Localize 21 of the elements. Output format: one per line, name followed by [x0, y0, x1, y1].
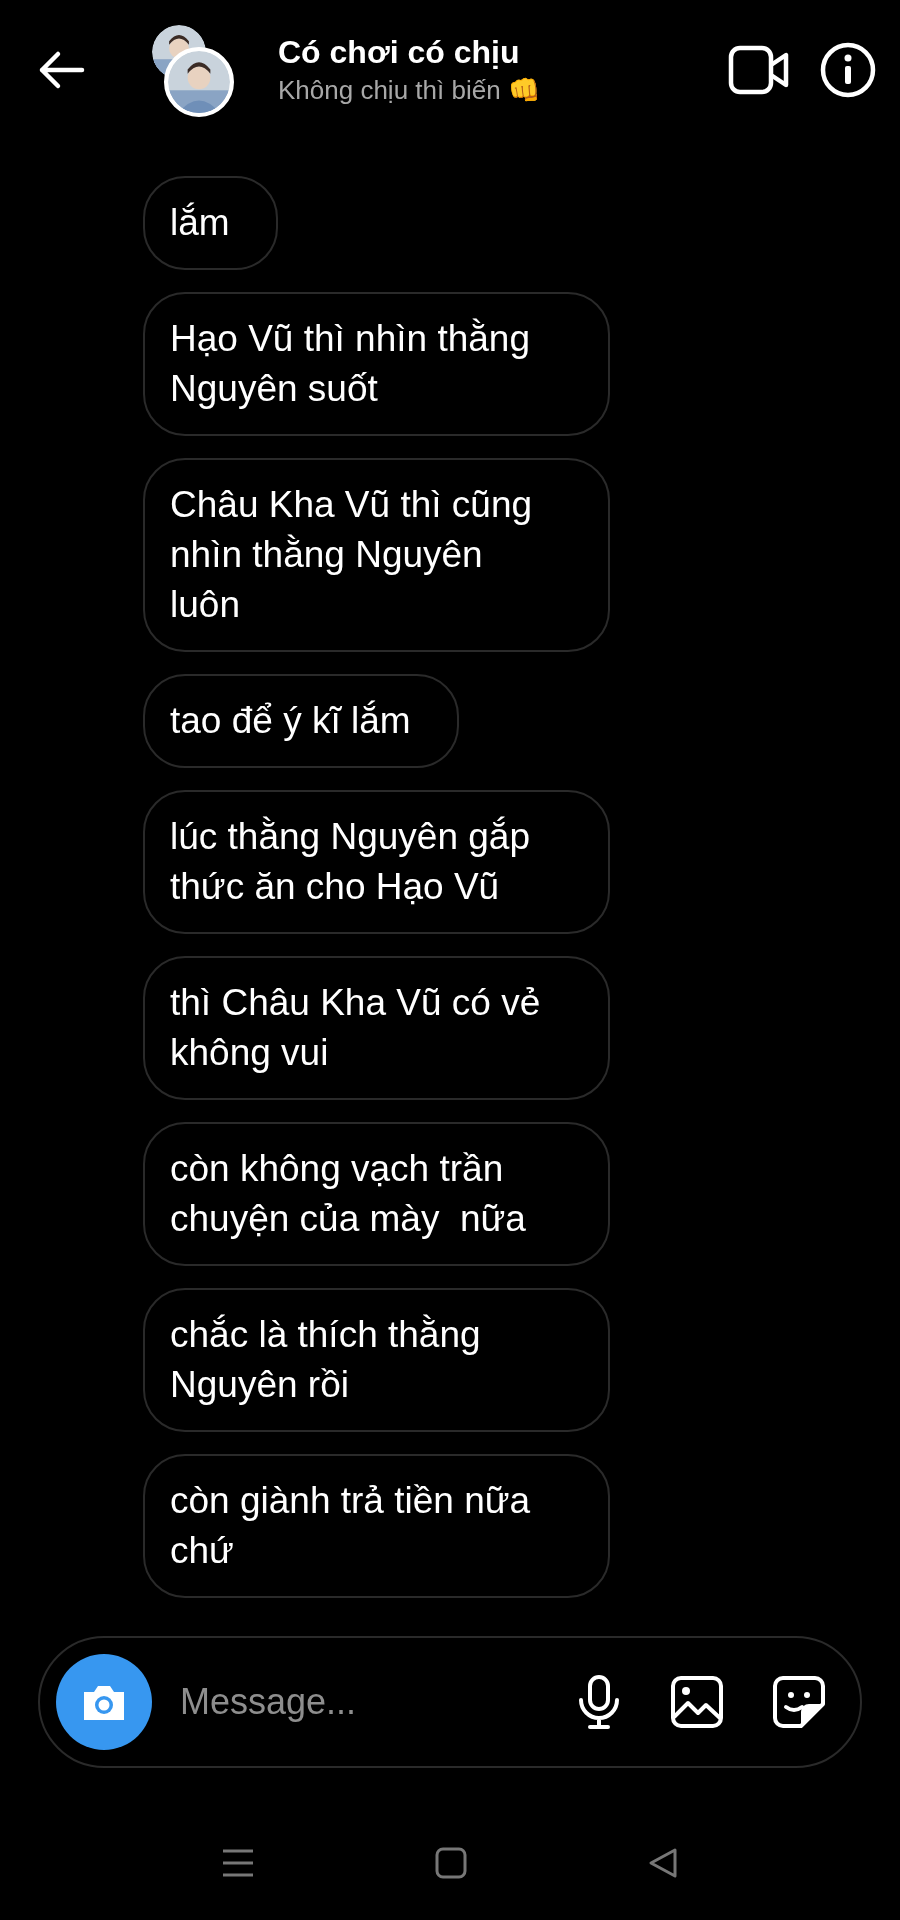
menu-icon[interactable] [221, 1848, 255, 1878]
message-bubble: tao để ý kĩ lắm [143, 674, 459, 768]
message-bubble: còn giành trả tiền nữa chứ [143, 1454, 610, 1598]
video-call-icon[interactable] [728, 45, 790, 95]
microphone-icon[interactable] [576, 1674, 622, 1730]
home-icon[interactable] [435, 1847, 467, 1879]
info-icon[interactable] [820, 42, 876, 98]
message-bubble: lắm [143, 176, 278, 270]
camera-button[interactable] [56, 1654, 152, 1750]
message-bubble: còn không vạch trần chuyện của mày nữa [143, 1122, 610, 1266]
back-icon[interactable] [647, 1847, 679, 1879]
message-bubble: Hạo Vũ thì nhìn thằng Nguyên suốt [143, 292, 610, 436]
chat-title[interactable]: Có chơi có chịu [278, 34, 698, 71]
message-bubble: lúc thằng Nguyên gắp thức ăn cho Hạo Vũ [143, 790, 610, 934]
image-icon[interactable] [670, 1675, 724, 1729]
chat-subtitle: Không chịu thì biến 👊 [278, 75, 541, 106]
message-bubble: Châu Kha Vũ thì cũng nhìn thằng Nguyên luôn [143, 458, 610, 652]
message-bubble: thì Châu Kha Vũ có vẻ không vui [143, 956, 610, 1100]
sticker-icon[interactable] [772, 1675, 826, 1729]
message-bubble: chắc là thích thằng Nguyên rồi [143, 1288, 610, 1432]
message-input-field[interactable]: Message... [172, 1672, 528, 1732]
